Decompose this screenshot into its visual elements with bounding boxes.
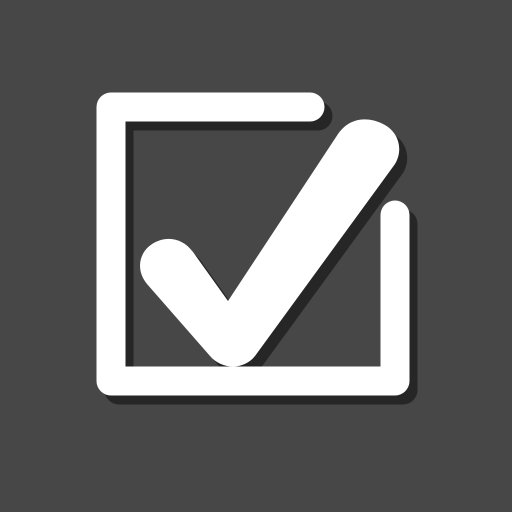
icon-background bbox=[0, 0, 512, 512]
checkbox-checked-icon bbox=[0, 0, 512, 512]
checkbox-icon-tile bbox=[0, 0, 512, 512]
